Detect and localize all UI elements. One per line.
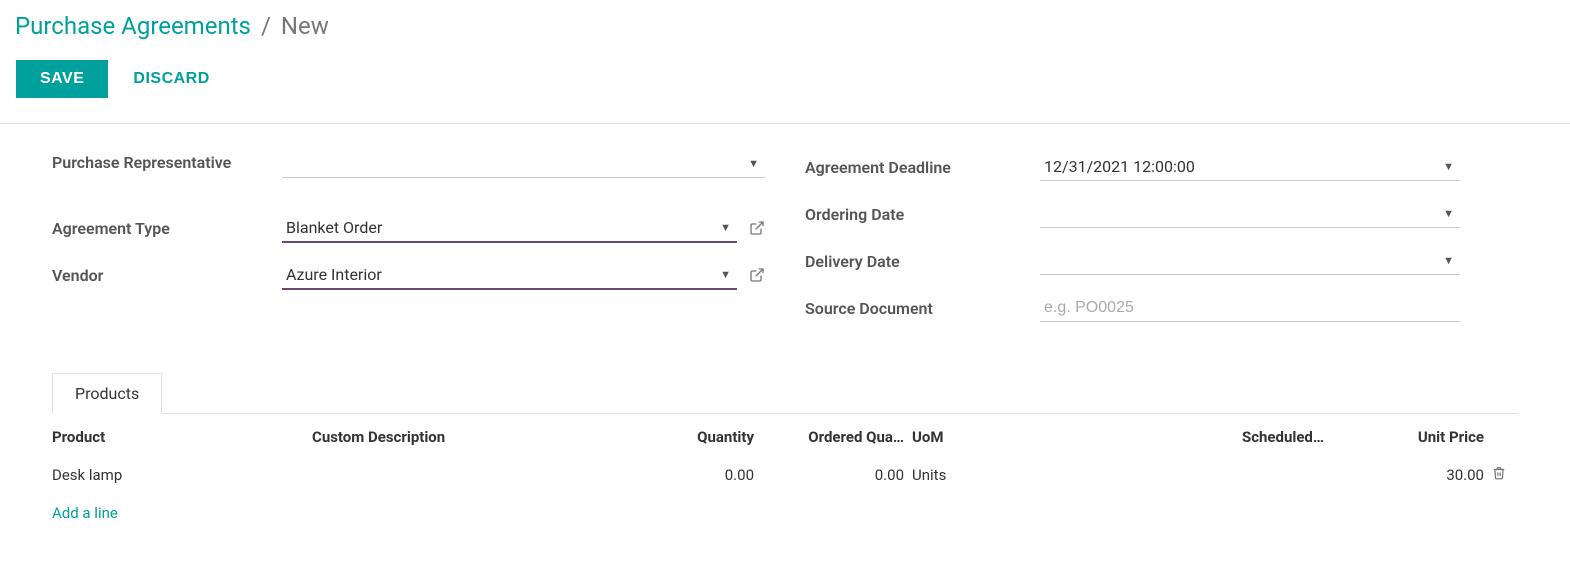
- discard-button[interactable]: DISCARD: [133, 60, 209, 98]
- cell-unit-price[interactable]: 30.00: [1332, 456, 1492, 494]
- col-custom-desc: Custom Description: [312, 414, 612, 456]
- cell-product[interactable]: Desk lamp: [52, 456, 312, 494]
- deadline-label: Agreement Deadline: [805, 155, 1040, 179]
- breadcrumb: Purchase Agreements / New: [15, 12, 1570, 40]
- form-sheet: Purchase Representative ▼ Agreement Type…: [0, 124, 1570, 552]
- action-bar: SAVE DISCARD: [15, 60, 1570, 98]
- field-ordering-date: Ordering Date ▼: [805, 197, 1518, 231]
- purchase-rep-input[interactable]: ▼: [282, 150, 765, 178]
- table-row[interactable]: Desk lamp 0.00 0.00 Units 30.00: [52, 456, 1518, 494]
- col-quantity: Quantity: [612, 414, 762, 456]
- col-scheduled: Scheduled…: [1172, 414, 1332, 456]
- delivery-date-input[interactable]: ▼: [1040, 247, 1460, 275]
- external-link-icon[interactable]: [749, 267, 765, 283]
- deadline-input[interactable]: 12/31/2021 12:00:00 ▼: [1040, 153, 1460, 181]
- col-uom: UoM: [912, 414, 1172, 456]
- col-unit-price: Unit Price: [1332, 414, 1492, 456]
- tabs: Products Pro: [52, 373, 1518, 532]
- save-button[interactable]: SAVE: [16, 60, 108, 98]
- col-ordered-qty: Ordered Qua…: [762, 414, 912, 456]
- agreement-type-label: Agreement Type: [52, 216, 282, 240]
- cell-custom-desc[interactable]: [312, 456, 612, 494]
- deadline-value: 12/31/2021 12:00:00: [1044, 157, 1195, 176]
- chevron-down-icon[interactable]: ▼: [748, 157, 759, 170]
- breadcrumb-sep: /: [261, 12, 271, 40]
- field-deadline: Agreement Deadline 12/31/2021 12:00:00 ▼: [805, 150, 1518, 184]
- field-source-doc: Source Document: [805, 291, 1518, 325]
- ordering-date-label: Ordering Date: [805, 202, 1040, 226]
- field-purchase-rep: Purchase Representative ▼: [52, 150, 765, 198]
- agreement-type-input[interactable]: Blanket Order ▼: [282, 214, 737, 243]
- table-add-row: Add a line: [52, 494, 1518, 532]
- col-product: Product: [52, 414, 312, 456]
- breadcrumb-current: New: [281, 12, 329, 40]
- delivery-date-label: Delivery Date: [805, 249, 1040, 273]
- breadcrumb-root-link[interactable]: Purchase Agreements: [15, 12, 251, 40]
- field-vendor: Vendor Azure Interior ▼: [52, 258, 765, 292]
- chevron-down-icon[interactable]: ▼: [1443, 254, 1454, 267]
- external-link-icon[interactable]: [749, 220, 765, 236]
- add-line-button[interactable]: Add a line: [52, 504, 118, 522]
- table-header-row: Product Custom Description Quantity Orde…: [52, 414, 1518, 456]
- cell-quantity[interactable]: 0.00: [612, 456, 762, 494]
- purchase-rep-label: Purchase Representative: [52, 150, 282, 174]
- cell-ordered-qty[interactable]: 0.00: [762, 456, 912, 494]
- source-doc-input-wrap: [1040, 294, 1460, 322]
- agreement-type-value: Blanket Order: [286, 218, 714, 237]
- chevron-down-icon[interactable]: ▼: [720, 268, 731, 281]
- vendor-value: Azure Interior: [286, 265, 714, 284]
- field-agreement-type: Agreement Type Blanket Order ▼: [52, 211, 765, 245]
- cell-scheduled[interactable]: [1172, 456, 1332, 494]
- chevron-down-icon[interactable]: ▼: [1443, 207, 1454, 220]
- source-doc-input[interactable]: [1044, 299, 1460, 317]
- trash-icon[interactable]: [1492, 466, 1506, 480]
- ordering-date-input[interactable]: ▼: [1040, 200, 1460, 228]
- source-doc-label: Source Document: [805, 296, 1040, 320]
- chevron-down-icon[interactable]: ▼: [1443, 160, 1454, 173]
- vendor-label: Vendor: [52, 263, 282, 287]
- chevron-down-icon[interactable]: ▼: [720, 221, 731, 234]
- cell-uom[interactable]: Units: [912, 456, 1172, 494]
- vendor-input[interactable]: Azure Interior ▼: [282, 261, 737, 290]
- products-table: Product Custom Description Quantity Orde…: [52, 414, 1518, 532]
- field-delivery-date: Delivery Date ▼: [805, 244, 1518, 278]
- tab-products[interactable]: Products: [52, 373, 162, 414]
